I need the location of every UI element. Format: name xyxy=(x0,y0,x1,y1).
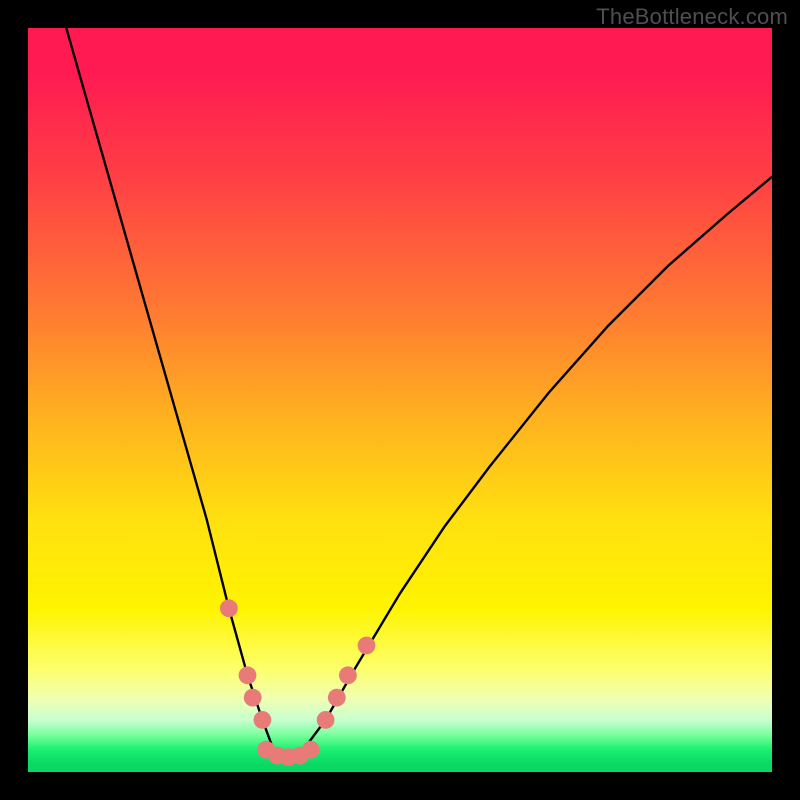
left-dot-4 xyxy=(254,711,272,729)
watermark-text: TheBottleneck.com xyxy=(596,4,788,30)
chart-frame: TheBottleneck.com xyxy=(0,0,800,800)
left-dot-3 xyxy=(244,689,262,707)
left-dot-1 xyxy=(220,599,238,617)
right-dot-4 xyxy=(358,637,376,655)
left-dot-2 xyxy=(239,666,257,684)
bottleneck-curve xyxy=(58,28,772,765)
right-dot-3 xyxy=(339,666,357,684)
right-dot-2 xyxy=(328,689,346,707)
flat-dot-5 xyxy=(302,741,320,759)
plot-area xyxy=(28,28,772,772)
marker-group xyxy=(220,599,375,766)
right-dot-1 xyxy=(317,711,335,729)
chart-svg xyxy=(28,28,772,772)
